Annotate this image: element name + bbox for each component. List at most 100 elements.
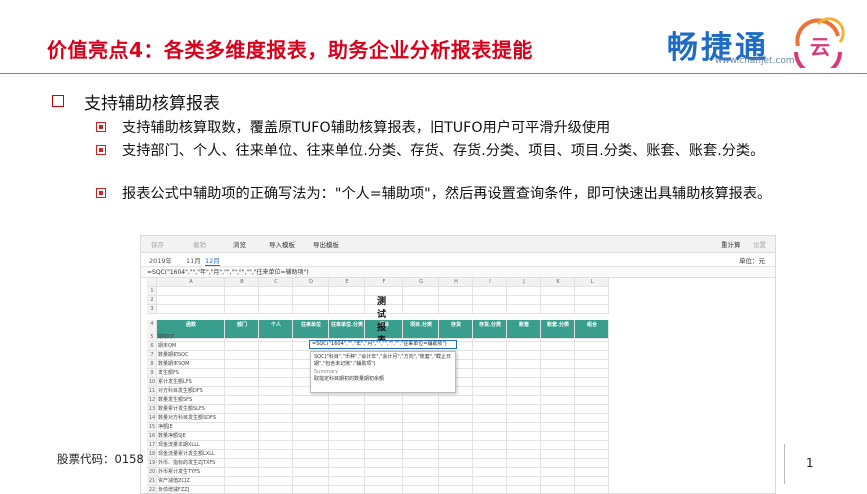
table-cell[interactable] bbox=[329, 405, 365, 414]
active-cell-editor[interactable]: =SQC("1604","","年","月","","","","","往来单位… bbox=[309, 340, 457, 349]
table-cell[interactable] bbox=[575, 396, 609, 405]
import-template-button[interactable]: 导入模板 bbox=[269, 239, 295, 249]
table-cell[interactable] bbox=[541, 351, 575, 360]
table-cell[interactable] bbox=[575, 459, 609, 468]
table-cell[interactable] bbox=[541, 305, 575, 314]
table-cell[interactable] bbox=[293, 296, 329, 305]
table-cell[interactable] bbox=[575, 468, 609, 477]
table-cell[interactable] bbox=[293, 287, 329, 296]
table-cell[interactable] bbox=[507, 351, 541, 360]
column-letter[interactable]: A bbox=[157, 278, 225, 287]
table-cell[interactable] bbox=[365, 477, 403, 486]
table-cell[interactable] bbox=[439, 305, 473, 314]
table-cell[interactable] bbox=[507, 432, 541, 441]
corner-cell[interactable] bbox=[147, 278, 157, 287]
table-cell[interactable] bbox=[225, 423, 259, 432]
column-letter[interactable]: B bbox=[225, 278, 259, 287]
function-label-cell[interactable]: 现金流量本期XLLL bbox=[157, 441, 225, 450]
table-cell[interactable] bbox=[541, 396, 575, 405]
table-cell[interactable] bbox=[439, 450, 473, 459]
table-cell[interactable] bbox=[507, 414, 541, 423]
table-cell[interactable] bbox=[473, 342, 507, 351]
table-cell[interactable] bbox=[439, 468, 473, 477]
table-cell[interactable] bbox=[259, 486, 293, 493]
table-cell[interactable] bbox=[507, 423, 541, 432]
table-cell[interactable] bbox=[259, 396, 293, 405]
table-cell[interactable] bbox=[439, 441, 473, 450]
table-cell[interactable] bbox=[439, 405, 473, 414]
table-cell[interactable] bbox=[473, 387, 507, 396]
table-cell[interactable] bbox=[293, 441, 329, 450]
table-cell[interactable] bbox=[403, 423, 439, 432]
table-cell[interactable] bbox=[403, 468, 439, 477]
table-cell[interactable] bbox=[473, 287, 507, 296]
column-letter[interactable]: J bbox=[507, 278, 541, 287]
settings-button[interactable]: 设置 bbox=[753, 239, 766, 249]
table-cell[interactable] bbox=[575, 305, 609, 314]
table-cell[interactable] bbox=[575, 360, 609, 369]
table-cell[interactable] bbox=[293, 486, 329, 493]
table-cell[interactable] bbox=[541, 387, 575, 396]
table-cell[interactable] bbox=[329, 486, 365, 493]
table-cell[interactable] bbox=[225, 477, 259, 486]
table-cell[interactable] bbox=[225, 360, 259, 369]
table-cell[interactable] bbox=[225, 351, 259, 360]
table-cell[interactable] bbox=[541, 468, 575, 477]
table-cell[interactable] bbox=[507, 387, 541, 396]
function-label-cell[interactable]: 数量期末SQM bbox=[157, 360, 225, 369]
table-cell[interactable] bbox=[403, 459, 439, 468]
function-label-cell[interactable]: 发生额FS bbox=[157, 369, 225, 378]
table-cell[interactable] bbox=[439, 287, 473, 296]
table-cell[interactable] bbox=[293, 432, 329, 441]
table-cell[interactable] bbox=[259, 287, 293, 296]
table-cell[interactable] bbox=[225, 369, 259, 378]
table-cell[interactable] bbox=[403, 296, 439, 305]
table-cell[interactable] bbox=[403, 450, 439, 459]
table-cell[interactable] bbox=[293, 423, 329, 432]
table-cell[interactable] bbox=[473, 351, 507, 360]
table-cell[interactable] bbox=[473, 477, 507, 486]
table-cell[interactable] bbox=[439, 486, 473, 493]
table-cell[interactable] bbox=[541, 441, 575, 450]
table-cell[interactable] bbox=[541, 414, 575, 423]
recalculate-button[interactable]: 重计算 bbox=[721, 239, 741, 249]
function-label-cell[interactable]: 数量对方科目发生额SDFS bbox=[157, 414, 225, 423]
function-label-cell[interactable]: 累计发生额LFS bbox=[157, 378, 225, 387]
table-cell[interactable] bbox=[541, 333, 575, 342]
table-cell[interactable] bbox=[259, 423, 293, 432]
table-cell[interactable] bbox=[473, 305, 507, 314]
table-cell[interactable] bbox=[507, 396, 541, 405]
table-cell[interactable] bbox=[225, 333, 259, 342]
table-cell[interactable] bbox=[365, 450, 403, 459]
table-cell[interactable] bbox=[365, 432, 403, 441]
table-cell[interactable] bbox=[473, 486, 507, 493]
column-letter[interactable]: F bbox=[365, 278, 403, 287]
function-label-cell[interactable]: 数量期初SQC bbox=[157, 351, 225, 360]
function-label-cell[interactable]: 净额JE bbox=[157, 423, 225, 432]
table-cell[interactable] bbox=[293, 414, 329, 423]
table-cell[interactable] bbox=[541, 432, 575, 441]
table-cell[interactable] bbox=[575, 369, 609, 378]
table-cell[interactable] bbox=[259, 378, 293, 387]
table-cell[interactable] bbox=[439, 296, 473, 305]
function-label-cell[interactable]: 外币、指标的发生ZJTXFS bbox=[157, 459, 225, 468]
function-label-cell[interactable]: 期初QC bbox=[157, 333, 225, 342]
table-cell[interactable] bbox=[575, 296, 609, 305]
table-cell[interactable] bbox=[575, 450, 609, 459]
table-cell[interactable] bbox=[259, 459, 293, 468]
tab-november[interactable]: 11月 bbox=[186, 255, 201, 265]
save-button[interactable]: 保存 bbox=[151, 239, 164, 249]
table-cell[interactable] bbox=[403, 405, 439, 414]
table-cell[interactable] bbox=[507, 468, 541, 477]
table-cell[interactable] bbox=[541, 360, 575, 369]
table-cell[interactable] bbox=[225, 287, 259, 296]
export-template-button[interactable]: 导出模板 bbox=[313, 239, 339, 249]
table-cell[interactable] bbox=[259, 333, 293, 342]
table-cell[interactable] bbox=[259, 342, 293, 351]
table-cell[interactable] bbox=[439, 396, 473, 405]
table-cell[interactable] bbox=[365, 486, 403, 493]
table-cell[interactable] bbox=[259, 369, 293, 378]
table-cell[interactable] bbox=[575, 432, 609, 441]
table-cell[interactable] bbox=[403, 441, 439, 450]
table-cell[interactable] bbox=[259, 441, 293, 450]
